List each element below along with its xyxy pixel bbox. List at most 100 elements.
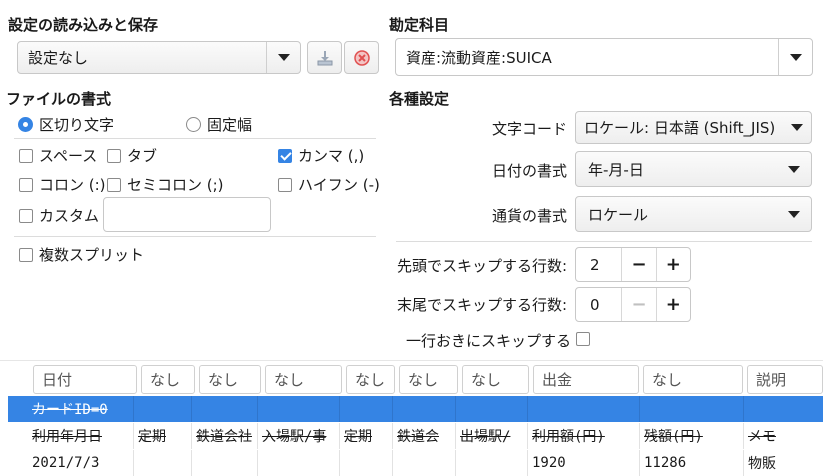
date-format-combo[interactable]: 年-月-日 (575, 151, 812, 187)
checkbox-custom[interactable]: カスタム (19, 205, 99, 226)
account-combo-value: 資産:流動資産:SUICA (406, 48, 552, 67)
table-cell: 物販 (748, 456, 776, 472)
skip-alternate-checkbox[interactable] (576, 332, 590, 346)
column-type-combo[interactable]: なし (141, 365, 195, 394)
checkbox-multi-split-label: 複数スプリット (39, 246, 145, 264)
checkbox-comma[interactable]: カンマ (,) (278, 145, 364, 166)
delete-settings-button[interactable] (344, 41, 379, 74)
column-type-combo[interactable]: 日付 (33, 365, 137, 394)
account-title: 勘定科目 (389, 16, 450, 34)
checkbox-semicolon[interactable]: セミコロン (;) (107, 174, 224, 195)
column-type-combo[interactable]: 説明 (747, 365, 823, 394)
checkbox-hyphen-label: ハイフン (-) (298, 176, 380, 194)
preview-top-border (0, 360, 823, 361)
radio-fixed-width[interactable]: 固定幅 (186, 114, 252, 135)
column-type-combo[interactable]: 出金 (533, 365, 639, 394)
divider (396, 241, 812, 242)
column-divider (639, 423, 640, 449)
chevron-down-icon[interactable] (777, 210, 811, 218)
checkbox-custom-label: カスタム (39, 207, 100, 225)
checkbox-space-box[interactable] (19, 148, 33, 163)
checkbox-space[interactable]: スペース (19, 145, 97, 166)
table-cell: 定期 (138, 429, 166, 445)
skip-tail-value[interactable]: 0 (576, 296, 621, 314)
column-divider (257, 450, 258, 476)
column-divider (527, 423, 528, 449)
chevron-down-icon[interactable] (266, 42, 300, 73)
skip-head-value[interactable]: 2 (576, 256, 621, 274)
table-cell: 2021/7/3 (32, 455, 100, 471)
delete-icon (353, 49, 370, 66)
skip-tail-label: 末尾でスキップする行数: (397, 296, 568, 314)
save-settings-button[interactable] (307, 41, 342, 74)
checkbox-hyphen-box[interactable] (278, 177, 292, 192)
checkbox-comma-box[interactable] (278, 148, 292, 163)
table-cell: 出場駅/ (460, 429, 511, 445)
chevron-down-icon[interactable] (783, 124, 811, 131)
table-cell: 鉄道会 (397, 429, 439, 445)
column-divider (191, 396, 192, 422)
skip-head-minus-button[interactable]: − (621, 248, 655, 281)
custom-separator-input[interactable] (103, 197, 271, 232)
skip-tail-plus-button[interactable]: + (655, 288, 690, 321)
column-divider (639, 450, 640, 476)
file-format-title: ファイルの書式 (6, 90, 112, 108)
chevron-down-icon[interactable] (777, 165, 811, 173)
checkbox-custom-box[interactable] (19, 208, 33, 223)
skip-tail-minus-button[interactable]: − (621, 288, 655, 321)
column-type-combo[interactable]: なし (265, 365, 342, 394)
table-cell: 残額(円) (644, 429, 703, 445)
skip-tail-spinner[interactable]: 0 − + (575, 287, 691, 322)
encoding-combo-value: ロケール: 日本語 (Shift_JIS) (584, 119, 776, 137)
table-row[interactable]: 利用年月日 定期 鉄道会社 入場駅/事 定期 鉄道会 出場駅/ 利用額(円) 残… (8, 423, 823, 449)
options-title: 各種設定 (389, 90, 450, 108)
checkbox-colon[interactable]: コロン (:) (19, 174, 106, 195)
column-divider (191, 450, 192, 476)
currency-format-combo[interactable]: ロケール (575, 196, 812, 232)
radio-separated[interactable]: 区切り文字 (18, 114, 114, 135)
checkbox-comma-label: カンマ (,) (298, 147, 365, 165)
radio-fixed-indicator[interactable] (186, 117, 201, 132)
divider (14, 138, 376, 139)
radio-fixed-label: 固定幅 (207, 116, 253, 134)
column-divider (392, 450, 393, 476)
account-combo[interactable]: 資産:流動資産:SUICA (395, 38, 813, 76)
table-row[interactable]: 2021/7/3 1920 11286 物販 (8, 450, 823, 476)
column-type-combo[interactable]: なし (399, 365, 458, 394)
column-divider (639, 396, 640, 422)
column-type-combo[interactable]: なし (199, 365, 261, 394)
settings-combo-value: 設定なし (28, 49, 89, 67)
date-format-combo-value: 年-月-日 (588, 160, 644, 179)
settings-combo[interactable]: 設定なし (17, 41, 301, 74)
table-cell: 1920 (532, 455, 566, 471)
column-divider (455, 423, 456, 449)
column-divider (191, 423, 192, 449)
column-divider (133, 450, 134, 476)
checkbox-multi-split[interactable]: 複数スプリット (19, 244, 144, 265)
checkbox-multi-split-box[interactable] (19, 247, 33, 262)
skip-head-plus-button[interactable]: + (655, 248, 690, 281)
date-format-label: 日付の書式 (491, 162, 567, 180)
checkbox-tab-box[interactable] (107, 148, 121, 163)
currency-format-label: 通貨の書式 (491, 207, 567, 225)
column-divider (527, 396, 528, 422)
column-type-combo[interactable]: なし (462, 365, 529, 394)
checkbox-colon-box[interactable] (19, 177, 33, 192)
checkbox-semicolon-box[interactable] (107, 177, 121, 192)
checkbox-hyphen[interactable]: ハイフン (-) (278, 174, 380, 195)
column-divider (743, 450, 744, 476)
table-cell: 利用額(円) (532, 429, 605, 445)
table-row[interactable]: カードID=0 (8, 396, 823, 422)
encoding-combo[interactable]: ロケール: 日本語 (Shift_JIS) (575, 111, 812, 144)
radio-separated-indicator[interactable] (18, 117, 33, 132)
checkbox-semicolon-label: セミコロン (;) (127, 176, 224, 194)
chevron-down-icon[interactable] (778, 39, 812, 75)
checkbox-tab[interactable]: タブ (107, 145, 157, 166)
column-type-combo[interactable]: なし (346, 365, 395, 394)
table-cell: メモ (748, 429, 776, 445)
skip-head-spinner[interactable]: 2 − + (575, 247, 691, 282)
column-divider (527, 450, 528, 476)
table-cell: 鉄道会社 (196, 429, 252, 445)
column-divider (257, 423, 258, 449)
column-type-combo[interactable]: なし (643, 365, 743, 394)
